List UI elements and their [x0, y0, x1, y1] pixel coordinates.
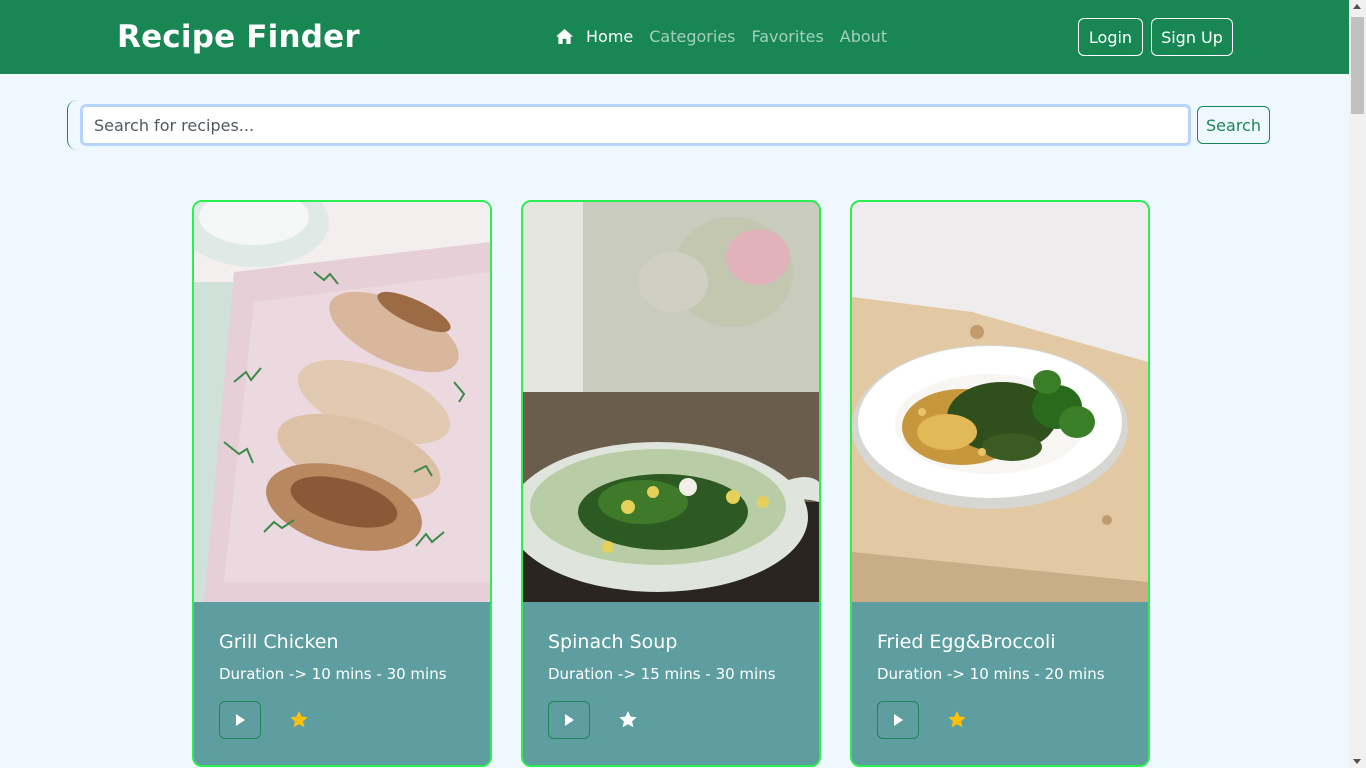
nav-item-categories[interactable]: Categories	[649, 27, 735, 46]
scrollbar-thumb[interactable]	[1351, 17, 1364, 114]
recipe-card-fried-egg-broccoli[interactable]: Fried Egg&Broccoli Duration -> 10 mins -…	[850, 200, 1150, 767]
home-icon	[556, 28, 573, 45]
play-icon	[236, 714, 245, 726]
nav-item-home[interactable]: Home	[555, 27, 633, 46]
recipe-duration: Duration -> 10 mins - 30 mins	[219, 665, 447, 683]
star-icon[interactable]	[289, 710, 309, 729]
nav-item-favorites[interactable]: Favorites	[752, 27, 824, 46]
recipe-duration: Duration -> 10 mins - 20 mins	[877, 665, 1105, 683]
star-icon[interactable]	[947, 710, 967, 729]
recipe-card-grill-chicken[interactable]: Grill Chicken Duration -> 10 mins - 30 m…	[192, 200, 492, 767]
recipe-image-fried-egg-broccoli	[852, 202, 1148, 602]
brand-logo[interactable]: Recipe Finder	[117, 19, 360, 55]
play-button[interactable]	[219, 701, 261, 739]
play-icon	[565, 714, 574, 726]
nav-item-label: Home	[586, 27, 634, 46]
navbar: Recipe Finder Home Categories Favorites …	[0, 0, 1349, 74]
play-button[interactable]	[548, 701, 590, 739]
scroll-down-icon[interactable]	[1353, 759, 1361, 764]
recipe-image-spinach-soup	[523, 202, 819, 602]
recipe-card-body: Fried Egg&Broccoli Duration -> 10 mins -…	[852, 602, 1148, 765]
recipe-title: Spinach Soup	[548, 631, 678, 653]
signup-button[interactable]: Sign Up	[1151, 18, 1233, 56]
recipe-image-grill-chicken	[194, 202, 490, 602]
nav-links: Home Categories Favorites About	[555, 27, 903, 46]
star-icon[interactable]	[618, 710, 638, 729]
login-button[interactable]: Login	[1078, 18, 1143, 56]
search-button[interactable]: Search	[1197, 106, 1270, 144]
play-icon	[894, 714, 903, 726]
recipe-duration: Duration -> 15 mins - 30 mins	[548, 665, 776, 683]
page-scrollbar[interactable]	[1349, 0, 1366, 768]
recipe-card-body: Grill Chicken Duration -> 10 mins - 30 m…	[194, 602, 490, 765]
play-button[interactable]	[877, 701, 919, 739]
search-input[interactable]	[80, 104, 1191, 146]
recipe-card-body: Spinach Soup Duration -> 15 mins - 30 mi…	[523, 602, 819, 765]
recipe-title: Grill Chicken	[219, 631, 339, 653]
nav-item-about[interactable]: About	[840, 27, 887, 46]
recipe-title: Fried Egg&Broccoli	[877, 631, 1056, 653]
scroll-up-icon[interactable]	[1353, 4, 1361, 9]
recipe-card-spinach-soup[interactable]: Spinach Soup Duration -> 15 mins - 30 mi…	[521, 200, 821, 767]
